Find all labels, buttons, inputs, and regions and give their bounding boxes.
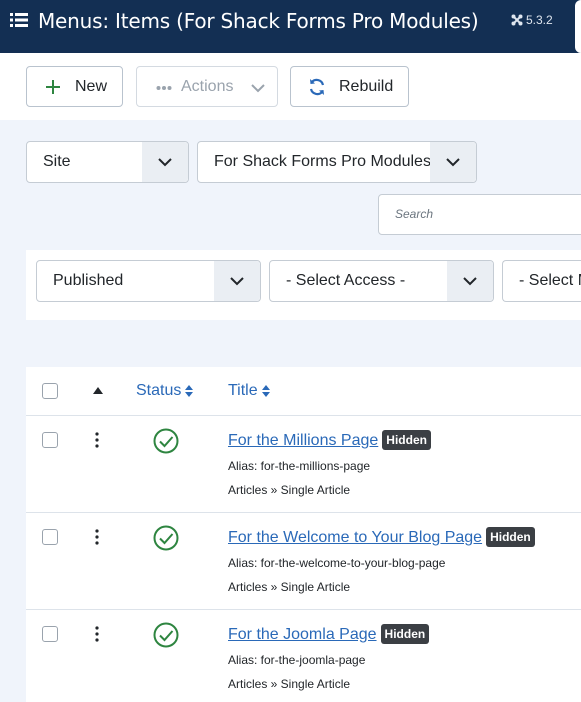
hidden-badge: Hidden [380, 624, 430, 644]
refresh-icon [309, 78, 325, 96]
title-sort-link[interactable]: Title [228, 382, 271, 400]
status-header-label: Status [136, 382, 182, 399]
menu-items-table: Status Title For the Millions Page Hidden… [26, 367, 581, 702]
item-title-text: For the Welcome to Your Blog Page [228, 529, 483, 546]
status-sort-link[interactable]: Status [136, 382, 194, 400]
chevron-down-icon [214, 261, 260, 301]
select-all-checkbox[interactable] [42, 383, 58, 399]
header-user-area[interactable] [575, 0, 581, 53]
sort-up-icon[interactable] [93, 387, 103, 394]
item-title-link[interactable]: For the Millions Page Hidden [228, 430, 431, 450]
published-check-icon[interactable] [153, 525, 179, 551]
item-title-text: For the Joomla Page [228, 626, 377, 643]
item-alias: Alias: for-the-joomla-page [228, 653, 366, 667]
published-select-value: Published [53, 272, 124, 289]
sort-icon [261, 385, 270, 397]
menu-select-value: For Shack Forms Pro Modules [214, 153, 431, 170]
chevron-down-icon [430, 142, 476, 182]
client-select-value: Site [43, 153, 71, 170]
joomla-icon [511, 14, 523, 26]
new-button-label: New [75, 78, 108, 95]
chevron-down-icon [142, 142, 188, 182]
hidden-badge: Hidden [382, 430, 431, 450]
rebuild-button[interactable]: Rebuild [290, 66, 409, 107]
third-filter-select[interactable]: - Select M [502, 260, 581, 302]
actions-button[interactable]: Actions [136, 66, 278, 107]
third-filter-value: - Select M [519, 272, 581, 289]
list-icon[interactable] [10, 12, 28, 28]
table-row: For the Joomla Page Hidden Alias: for-the… [26, 610, 581, 702]
menu-select[interactable]: For Shack Forms Pro Modules [197, 141, 477, 183]
item-title-link[interactable]: For the Joomla Page Hidden [228, 624, 430, 644]
search-placeholder: Search [395, 207, 434, 221]
row-checkbox[interactable] [42, 529, 58, 545]
access-select-value: - Select Access - [286, 272, 406, 289]
chevron-down-icon [251, 84, 265, 93]
row-checkbox[interactable] [42, 432, 58, 448]
search-input[interactable]: Search [378, 194, 581, 235]
row-checkbox[interactable] [42, 626, 58, 642]
table-row: For the Millions Page Hidden Alias: for-t… [26, 416, 581, 513]
rebuild-button-label: Rebuild [339, 78, 394, 95]
chevron-down-icon [447, 261, 493, 301]
toolbar: New Actions Rebuild [0, 53, 581, 120]
title-header-label: Title [228, 382, 258, 399]
drag-handle-icon[interactable] [94, 432, 100, 448]
access-select[interactable]: - Select Access - [269, 260, 494, 302]
item-title-link[interactable]: For the Welcome to Your Blog Page Hidden [228, 527, 535, 547]
plus-icon [46, 80, 60, 94]
item-alias: Alias: for-the-millions-page [228, 459, 371, 473]
published-check-icon[interactable] [153, 622, 179, 648]
sort-icon [185, 385, 194, 397]
item-type: Articles » Single Article [228, 483, 351, 497]
drag-handle-icon[interactable] [94, 626, 100, 642]
ellipsis-icon [156, 86, 172, 90]
item-type: Articles » Single Article [228, 677, 351, 691]
client-select[interactable]: Site [26, 141, 189, 183]
hidden-badge: Hidden [486, 527, 535, 547]
published-select[interactable]: Published [36, 260, 261, 302]
item-type: Articles » Single Article [228, 580, 351, 594]
app-header: Menus: Items (For Shack Forms Pro Module… [0, 0, 581, 53]
new-button[interactable]: New [26, 66, 123, 107]
page-title: Menus: Items (For Shack Forms Pro Module… [38, 9, 479, 33]
published-check-icon[interactable] [153, 428, 179, 454]
actions-button-label: Actions [181, 78, 234, 95]
item-title-text: For the Millions Page [228, 432, 379, 449]
filter-panel: Published - Select Access - - Select M [26, 250, 581, 320]
table-row: For the Welcome to Your Blog Page Hidden … [26, 513, 581, 610]
version-label: 5.3.2 [526, 13, 553, 27]
item-alias: Alias: for-the-welcome-to-your-blog-page [228, 556, 446, 570]
table-header: Status Title [26, 367, 581, 416]
drag-handle-icon[interactable] [94, 529, 100, 545]
